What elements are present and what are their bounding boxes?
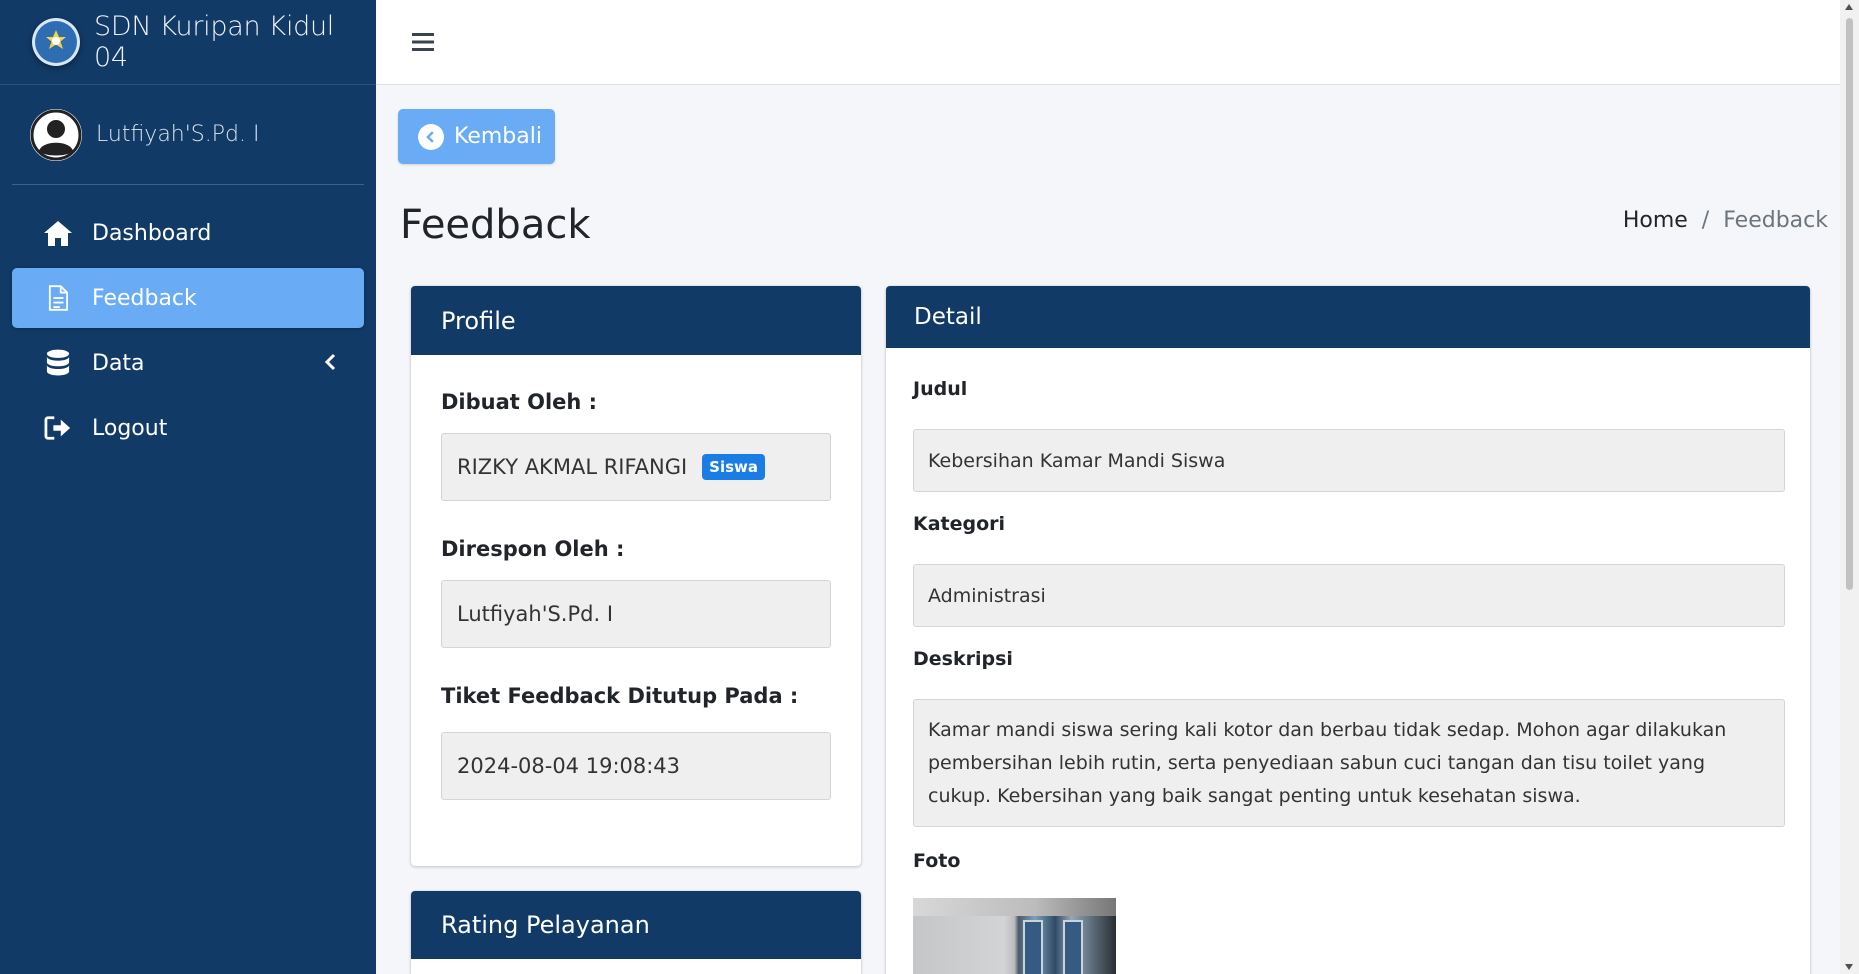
page-scrollbar[interactable] — [1840, 0, 1859, 974]
sidebar-item-label: Data — [92, 350, 145, 376]
created-by-value: RIZKY AKMAL RIFANGI — [457, 455, 688, 479]
main-content: Kembali Feedback Home / Feedback Profile… — [376, 86, 1840, 974]
responded-by-field: Lutfiyah'S.Pd. I — [441, 580, 831, 648]
user-panel[interactable]: Lutfiyah'S.Pd. I — [12, 85, 364, 185]
back-button-label: Kembali — [454, 124, 542, 149]
sidebar-item-feedback[interactable]: Feedback — [12, 268, 364, 328]
rating-card-header: Rating Pelayanan — [411, 891, 861, 959]
page-title: Feedback — [400, 202, 591, 248]
breadcrumb-separator: / — [1701, 208, 1710, 233]
chevron-left-icon[interactable] — [320, 351, 342, 373]
profile-card-header: Profile — [411, 286, 861, 355]
profile-card: Profile Dibuat Oleh : RIZKY AKMAL RIFANG… — [411, 286, 861, 866]
created-by-label: Dibuat Oleh : — [441, 390, 598, 414]
brand-name: SDN Kuripan Kidul 04 — [93, 11, 335, 73]
photo-label: Foto — [913, 850, 961, 872]
back-button[interactable]: Kembali — [398, 109, 555, 164]
created-by-field: RIZKY AKMAL RIFANGI Siswa — [441, 433, 831, 501]
sidebar-item-label: Feedback — [92, 285, 197, 311]
scroll-down-icon[interactable] — [1845, 964, 1853, 970]
closed-at-field: 2024-08-04 19:08:43 — [441, 732, 831, 800]
description-label: Deskripsi — [913, 648, 1013, 670]
category-field: Administrasi — [913, 564, 1785, 627]
user-avatar-icon — [30, 108, 82, 161]
title-field: Kebersihan Kamar Mandi Siswa — [913, 429, 1785, 492]
photo-window-detail — [1023, 920, 1043, 974]
sidebar-item-label: Dashboard — [92, 220, 212, 246]
sidebar-nav: Dashboard Feedback Data Logout — [0, 203, 376, 458]
sidebar-item-logout[interactable]: Logout — [12, 398, 364, 458]
category-label: Kategori — [913, 513, 1006, 535]
sidebar-item-label: Logout — [92, 415, 168, 441]
feedback-photo[interactable] — [913, 898, 1116, 974]
photo-window-detail — [1063, 920, 1083, 974]
rating-card: Rating Pelayanan — [411, 891, 861, 974]
closed-at-label: Tiket Feedback Ditutup Pada : — [441, 684, 799, 708]
sidebar-item-data[interactable]: Data — [12, 333, 364, 393]
detail-card-header: Detail — [886, 286, 1810, 348]
role-badge: Siswa — [702, 454, 766, 480]
user-name: Lutfiyah'S.Pd. I — [96, 122, 260, 147]
title-label: Judul — [913, 378, 968, 400]
description-field: Kamar mandi siswa sering kali kotor dan … — [913, 699, 1785, 827]
description-value: Kamar mandi siswa sering kali kotor dan … — [928, 719, 1727, 807]
school-logo-icon — [32, 18, 80, 66]
sidebar-item-dashboard[interactable]: Dashboard — [12, 203, 364, 263]
responded-by-label: Direspon Oleh : — [441, 537, 625, 561]
database-icon — [40, 347, 76, 379]
detail-card: Detail Judul Kebersihan Kamar Mandi Sisw… — [886, 286, 1810, 974]
photo-roof-detail — [913, 898, 1116, 916]
scroll-thumb[interactable] — [1846, 18, 1853, 590]
breadcrumb-current: Feedback — [1723, 208, 1828, 233]
title-value: Kebersihan Kamar Mandi Siswa — [928, 449, 1226, 472]
chevron-left-circle-icon — [418, 123, 444, 150]
home-icon — [40, 217, 76, 249]
scroll-up-icon[interactable] — [1845, 4, 1853, 10]
closed-at-value: 2024-08-04 19:08:43 — [457, 754, 681, 778]
logout-icon — [40, 412, 76, 444]
menu-toggle-icon[interactable] — [410, 30, 436, 54]
brand-link[interactable]: SDN Kuripan Kidul 04 — [0, 0, 376, 85]
file-icon — [40, 282, 76, 314]
breadcrumb-home-link[interactable]: Home — [1623, 208, 1688, 233]
breadcrumb: Home / Feedback — [1623, 208, 1828, 233]
category-value: Administrasi — [928, 584, 1046, 607]
responded-by-value: Lutfiyah'S.Pd. I — [457, 602, 614, 626]
sidebar: SDN Kuripan Kidul 04 Lutfiyah'S.Pd. I Da… — [0, 0, 376, 974]
top-navbar — [376, 0, 1840, 85]
